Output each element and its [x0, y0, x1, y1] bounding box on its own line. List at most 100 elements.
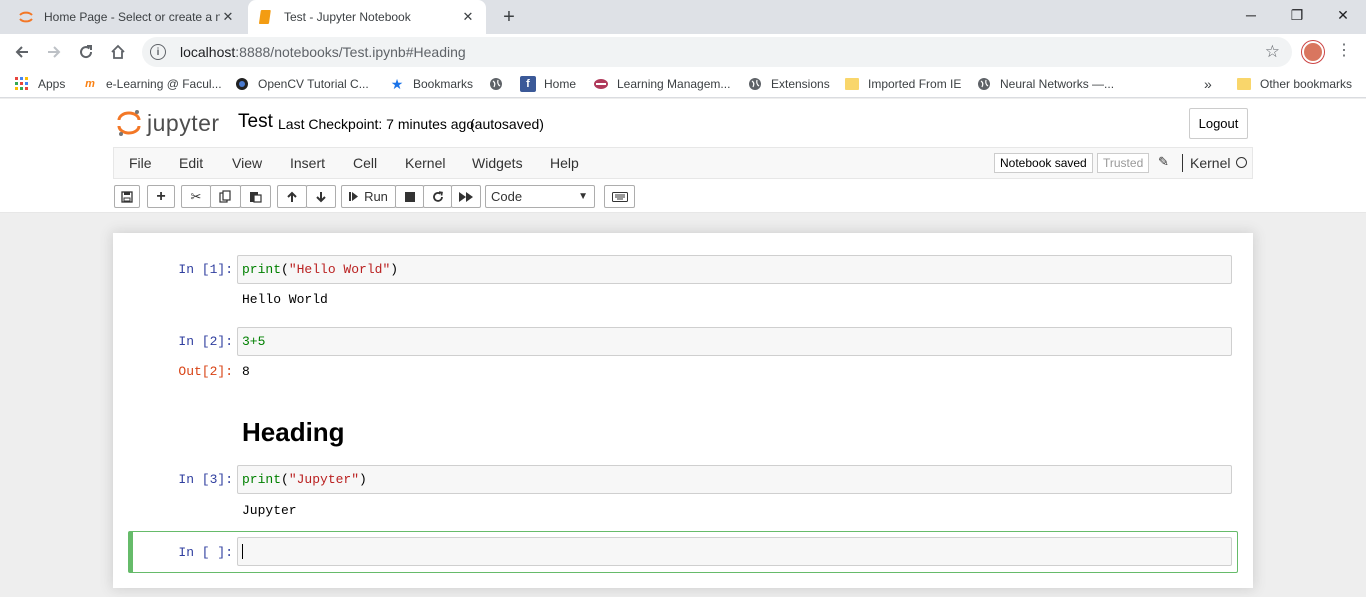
- input-prompt: In [ ]:: [113, 545, 233, 560]
- move-down-button[interactable]: [306, 185, 336, 208]
- menu-edit[interactable]: Edit: [179, 148, 203, 178]
- output-prompt: Out[2]:: [113, 364, 233, 379]
- cell-output: Jupyter: [242, 503, 297, 518]
- bookmark-elearning[interactable]: m e-Learning @ Facul...: [82, 75, 222, 93]
- forward-arrow-icon: [46, 44, 62, 60]
- tab-test-notebook[interactable]: Test - Jupyter Notebook ✕: [248, 0, 486, 34]
- star-icon: ★: [389, 76, 405, 92]
- address-bar[interactable]: i localhost:8888/notebooks/Test.ipynb#He…: [142, 37, 1292, 67]
- save-button[interactable]: [114, 185, 140, 208]
- folder-icon: [844, 76, 860, 92]
- tab-title: Home Page - Select or create a n: [44, 10, 220, 24]
- menu-help[interactable]: Help: [550, 148, 579, 178]
- back-arrow-icon: [14, 44, 30, 60]
- fast-forward-icon: [459, 192, 473, 202]
- new-tab-button[interactable]: +: [498, 6, 520, 28]
- copy-button[interactable]: [210, 185, 241, 208]
- code-cell-input[interactable]: 3+5: [237, 327, 1232, 356]
- info-icon[interactable]: i: [150, 44, 166, 60]
- kernel-idle-indicator-icon: [1236, 157, 1247, 168]
- bookmark-imported-from-ie[interactable]: Imported From IE: [844, 75, 961, 93]
- menu-widgets[interactable]: Widgets: [472, 148, 523, 178]
- notebook-saved-indicator: Notebook saved: [994, 153, 1093, 173]
- code-cell-input[interactable]: print("Jupyter"): [237, 465, 1232, 494]
- menu-cell[interactable]: Cell: [353, 148, 377, 178]
- globe-icon: [976, 76, 992, 92]
- edit-pencil-icon[interactable]: ✎: [1158, 154, 1169, 170]
- tab-home-page[interactable]: Home Page - Select or create a n ✕: [8, 0, 246, 34]
- last-checkpoint: Last Checkpoint: 7 minutes ago: [278, 116, 474, 132]
- minimize-button[interactable]: ─: [1228, 0, 1274, 30]
- jupyter-logo-icon: [117, 109, 141, 137]
- bookmark-opencv[interactable]: OpenCV Tutorial C...: [234, 75, 369, 93]
- bookmarks-overflow-button[interactable]: »: [1204, 75, 1212, 93]
- trusted-indicator[interactable]: Trusted: [1097, 153, 1149, 173]
- bookmark-bookmarks[interactable]: ★ Bookmarks: [389, 75, 473, 93]
- url-text: localhost:8888/notebooks/Test.ipynb#Head…: [180, 44, 466, 60]
- command-palette-button[interactable]: [604, 185, 635, 208]
- back-button[interactable]: [8, 38, 36, 66]
- bookmark-label: Extensions: [771, 77, 830, 91]
- jupyter-wordmark: jupyter: [147, 110, 220, 137]
- scissors-icon: ✂: [191, 189, 202, 205]
- moodle-icon: m: [82, 76, 98, 92]
- notebook-container: In [1]: print("Hello World") Hello World…: [113, 233, 1253, 588]
- bookmark-home[interactable]: f Home: [520, 75, 576, 93]
- paste-button[interactable]: [240, 185, 271, 208]
- kernel-label: Kernel: [1190, 148, 1230, 178]
- restart-run-all-button[interactable]: [451, 185, 481, 208]
- jupyter-logo[interactable]: jupyter: [117, 109, 220, 137]
- bookmark-star-icon[interactable]: ☆: [1265, 42, 1280, 62]
- cut-button[interactable]: ✂: [181, 185, 211, 208]
- bookmark-neural-networks[interactable]: Neural Networks —...: [976, 75, 1114, 93]
- markdown-heading[interactable]: Heading: [242, 417, 345, 448]
- browser-tab-strip: Home Page - Select or create a n ✕ Test …: [0, 0, 1366, 34]
- apps-grid-icon: [14, 76, 30, 92]
- move-up-button[interactable]: [277, 185, 307, 208]
- bookmark-extensions[interactable]: Extensions: [747, 75, 830, 93]
- autosave-status: (autosaved): [470, 116, 544, 132]
- menu-view[interactable]: View: [232, 148, 262, 178]
- bookmark-label: Learning Managem...: [617, 77, 730, 91]
- bookmark-label: Other bookmarks: [1260, 77, 1352, 91]
- globe-icon: [747, 76, 763, 92]
- bookmark-label: Apps: [38, 77, 65, 91]
- more-menu-icon[interactable]: ⋮: [1336, 40, 1352, 60]
- plus-icon: +: [156, 188, 165, 206]
- notebook-name[interactable]: Test: [238, 111, 273, 133]
- globe-icon: [488, 76, 504, 92]
- profile-avatar[interactable]: [1302, 41, 1324, 63]
- jupyter-logo-icon: [18, 9, 34, 25]
- restore-button[interactable]: ❐: [1274, 0, 1320, 30]
- menu-kernel[interactable]: Kernel: [405, 148, 445, 178]
- logout-button[interactable]: Logout: [1189, 108, 1248, 139]
- code-cell-input[interactable]: print("Hello World"): [237, 255, 1232, 284]
- insert-cell-button[interactable]: +: [147, 185, 175, 208]
- bookmark-lms[interactable]: Learning Managem...: [593, 75, 730, 93]
- input-prompt: In [1]:: [113, 262, 233, 277]
- bookmark-apps[interactable]: Apps: [14, 75, 65, 93]
- reload-button[interactable]: [72, 38, 100, 66]
- copy-icon: [219, 190, 232, 203]
- home-button[interactable]: [104, 38, 132, 66]
- step-forward-icon: [349, 191, 359, 202]
- close-icon[interactable]: ✕: [220, 9, 236, 25]
- menu-file[interactable]: File: [129, 148, 152, 178]
- run-button[interactable]: Run: [341, 185, 396, 208]
- home-icon: [110, 44, 126, 60]
- bookmark-other-bookmarks[interactable]: Other bookmarks: [1236, 75, 1352, 93]
- arrow-up-icon: [286, 191, 298, 203]
- reload-icon: [78, 44, 94, 60]
- code-cell-input-active[interactable]: [237, 537, 1232, 566]
- menu-insert[interactable]: Insert: [290, 148, 325, 178]
- jupyter-header: jupyter Test Last Checkpoint: 7 minutes …: [0, 99, 1366, 147]
- restart-kernel-button[interactable]: [423, 185, 452, 208]
- forward-button[interactable]: [40, 38, 68, 66]
- bookmark-label: Bookmarks: [413, 77, 473, 91]
- close-icon[interactable]: ✕: [460, 9, 476, 25]
- cell-type-select[interactable]: Code ▼: [485, 185, 595, 208]
- window-close-button[interactable]: ✕: [1320, 0, 1366, 30]
- interrupt-kernel-button[interactable]: [395, 185, 424, 208]
- chevron-down-icon: ▼: [578, 186, 588, 207]
- bookmark-globe[interactable]: [488, 75, 512, 93]
